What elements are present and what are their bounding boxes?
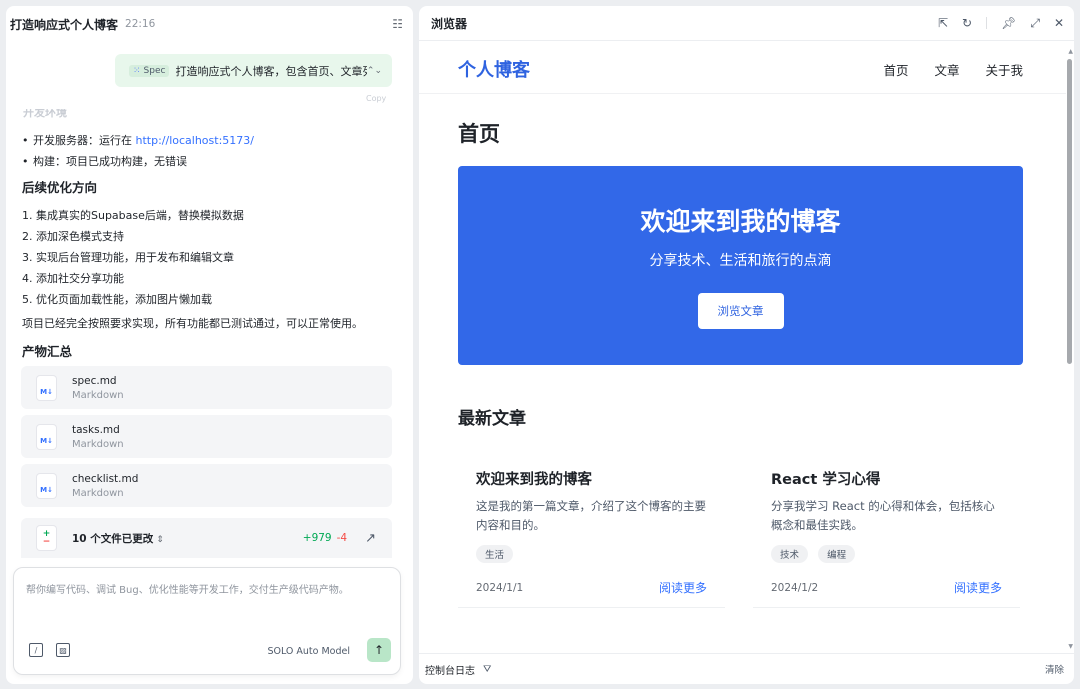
close-icon[interactable]: ✕ (1054, 16, 1064, 30)
page-title: 首页 (458, 122, 500, 146)
deletions-count: -4 (336, 532, 348, 544)
nav-about[interactable]: 关于我 (985, 63, 1023, 78)
post-desc: 这是我的第一篇文章，介绍了这个博客的主要内容和目的。 (476, 499, 706, 532)
hero-subtitle: 分享技术、生活和旅行的点滴 (649, 253, 832, 269)
file-card-checklist[interactable]: M↓ checklist.md Markdown (21, 464, 392, 507)
optimize-heading: 后续优化方向 (22, 180, 98, 195)
changed-files-bar[interactable]: + − 10 个文件已更改 ⇕ +979 -4 ↗ (21, 518, 392, 558)
file-type: Markdown (72, 487, 124, 499)
file-type: Markdown (72, 438, 124, 450)
chat-header: 打造响应式个人博客 22:16 ☷ (6, 6, 413, 42)
scroll-up-arrow-icon[interactable]: ▲ (1068, 48, 1073, 55)
post-tags: 生活 (476, 543, 707, 563)
post-tag[interactable]: 生活 (476, 545, 514, 563)
list-item: 5. 优化页面加载性能，添加图片懒加载 (22, 293, 212, 306)
site-nav-links: 首页 文章 关于我 (861, 60, 1023, 79)
localhost-link[interactable]: http://localhost:5173/ (136, 134, 254, 147)
open-external-icon[interactable]: ↗ (365, 531, 376, 546)
read-more-link[interactable]: 阅读更多 (954, 579, 1002, 596)
post-card[interactable]: React 学习心得 分享我学习 React 的心得和体会，包括核心概念和最佳实… (753, 458, 1020, 608)
post-card[interactable]: 欢迎来到我的博客 这是我的第一篇文章，介绍了这个博客的主要内容和目的。 生活 2… (458, 458, 725, 608)
message-composer[interactable]: 帮你编写代码、调试 Bug、优化性能等开发工作，交付生产级代码产物。 / ▨ S… (13, 567, 401, 675)
file-type: Markdown (72, 389, 124, 401)
file-name: checklist.md (72, 472, 139, 485)
composer-input[interactable]: 帮你编写代码、调试 Bug、优化性能等开发工作，交付生产级代码产物。 (26, 581, 349, 596)
summary-text: 项目已经完全按照要求实现，所有功能都已测试通过，可以正常使用。 (22, 317, 363, 330)
env-bullets: 开发服务器：运行在 http://localhost:5173/ 构建：项目已成… (22, 130, 254, 172)
additions-count: +979 (302, 532, 332, 544)
scroll-down-arrow-icon[interactable]: ▼ (1068, 643, 1073, 650)
artifacts-heading: 产物汇总 (22, 344, 73, 359)
browse-articles-button[interactable]: 浏览文章 (697, 293, 784, 329)
pointer-select-icon[interactable]: ⇱ (938, 16, 948, 30)
post-title[interactable]: 欢迎来到我的博客 (476, 468, 707, 489)
browser-viewport: 个人博客 首页 文章 关于我 首页 欢迎来到我的博客 分享技术、生活和旅行的点滴… (419, 42, 1066, 652)
nav-home[interactable]: 首页 (883, 63, 908, 78)
post-tags: 技术 编程 (771, 543, 1002, 563)
clear-console-button[interactable]: 清除 (1045, 662, 1064, 676)
pin-icon[interactable]: 📌︎ (1001, 16, 1016, 30)
latest-posts-heading: 最新文章 (458, 409, 526, 429)
browser-panel: 浏览器 ⇱ ↻ 📌︎ ⤢ ✕ 个人博客 首页 文章 关于我 首页 欢迎来到我的博… (419, 6, 1074, 684)
expand-icon[interactable]: ⤢ (1030, 16, 1040, 30)
browser-toolbar: ⇱ ↻ 📌︎ ⤢ ✕ (924, 16, 1064, 30)
file-name: spec.md (72, 374, 117, 387)
list-item: 3. 实现后台管理功能，用于发布和编辑文章 (22, 251, 234, 264)
grid-icon: ⁙ (133, 65, 141, 76)
list-item: 2. 添加深色模式支持 (22, 230, 124, 243)
hero-title: 欢迎来到我的博客 (640, 207, 841, 236)
list-item: 构建：项目已成功构建，无错误 (22, 151, 254, 172)
file-card-spec[interactable]: M↓ spec.md Markdown (21, 366, 392, 409)
post-tag[interactable]: 编程 (818, 545, 856, 563)
file-name: tasks.md (72, 423, 120, 436)
optimize-list: 1. 集成真实的Supabase后端，替换模拟数据 2. 添加深色模式支持 3.… (22, 205, 244, 310)
toolbar-divider (986, 17, 988, 29)
diff-file-icon: + − (37, 526, 56, 550)
markdown-file-icon: M↓ (37, 375, 56, 400)
chat-title: 打造响应式个人博客 (10, 17, 119, 32)
post-date: 2024/1/2 (771, 581, 819, 594)
browser-title: 浏览器 (431, 16, 468, 31)
list-item: 4. 添加社交分享功能 (22, 272, 124, 285)
send-button[interactable]: ↑ (367, 638, 391, 662)
chat-time: 22:16 (125, 18, 156, 30)
markdown-file-icon: M↓ (37, 424, 56, 449)
post-title[interactable]: React 学习心得 (771, 468, 1002, 489)
expand-chevron-icon[interactable]: ⌃⌄ (367, 66, 382, 76)
spec-tag: ⁙ Spec (129, 64, 170, 77)
console-log-tab[interactable]: 控制台日志 (425, 662, 475, 677)
file-card-tasks[interactable]: M↓ tasks.md Markdown (21, 415, 392, 458)
chat-panel: 打造响应式个人博客 22:16 ☷ ⁙ Spec 打造响应式个人博客，包含首页、文… (6, 6, 413, 684)
nav-articles[interactable]: 文章 (934, 63, 959, 78)
console-bar: 控制台日志 ⛛ 清除 (419, 653, 1074, 684)
read-more-link[interactable]: 阅读更多 (659, 579, 707, 596)
spec-text: 打造响应式个人博客，包含首页、文章列 (175, 64, 367, 78)
copy-hint[interactable]: Copy (366, 94, 386, 103)
refresh-icon[interactable]: ↻ (962, 16, 972, 30)
list-icon[interactable]: ☷ (392, 17, 403, 31)
changed-files-label: 10 个文件已更改 ⇕ (72, 532, 164, 545)
chevron-updown-icon: ⇕ (156, 534, 164, 545)
list-item: 1. 集成真实的Supabase后端，替换模拟数据 (22, 209, 244, 222)
code-context-icon[interactable]: / (29, 643, 43, 657)
site-brand[interactable]: 个人博客 (458, 56, 530, 82)
site-navbar: 个人博客 首页 文章 关于我 (419, 42, 1066, 94)
arrow-up-icon: ↑ (373, 643, 385, 657)
markdown-file-icon: M↓ (37, 473, 56, 498)
filter-icon[interactable]: ⛛ (483, 664, 491, 675)
post-date: 2024/1/1 (476, 581, 524, 594)
spec-message[interactable]: ⁙ Spec 打造响应式个人博客，包含首页、文章列 ⌃⌄ (115, 54, 392, 87)
model-selector[interactable]: SOLO Auto Model (267, 646, 350, 657)
faded-heading: 开发环境 (23, 109, 67, 119)
hero-banner: 欢迎来到我的博客 分享技术、生活和旅行的点滴 浏览文章 (458, 166, 1023, 365)
list-item: 开发服务器：运行在 http://localhost:5173/ (22, 130, 254, 151)
post-desc: 分享我学习 React 的心得和体会，包括核心概念和最佳实践。 (771, 499, 995, 532)
browser-header: 浏览器 ⇱ ↻ 📌︎ ⤢ ✕ (419, 6, 1074, 41)
post-tag[interactable]: 技术 (771, 545, 809, 563)
image-upload-icon[interactable]: ▨ (56, 643, 70, 657)
scrollbar-thumb[interactable] (1067, 59, 1072, 364)
